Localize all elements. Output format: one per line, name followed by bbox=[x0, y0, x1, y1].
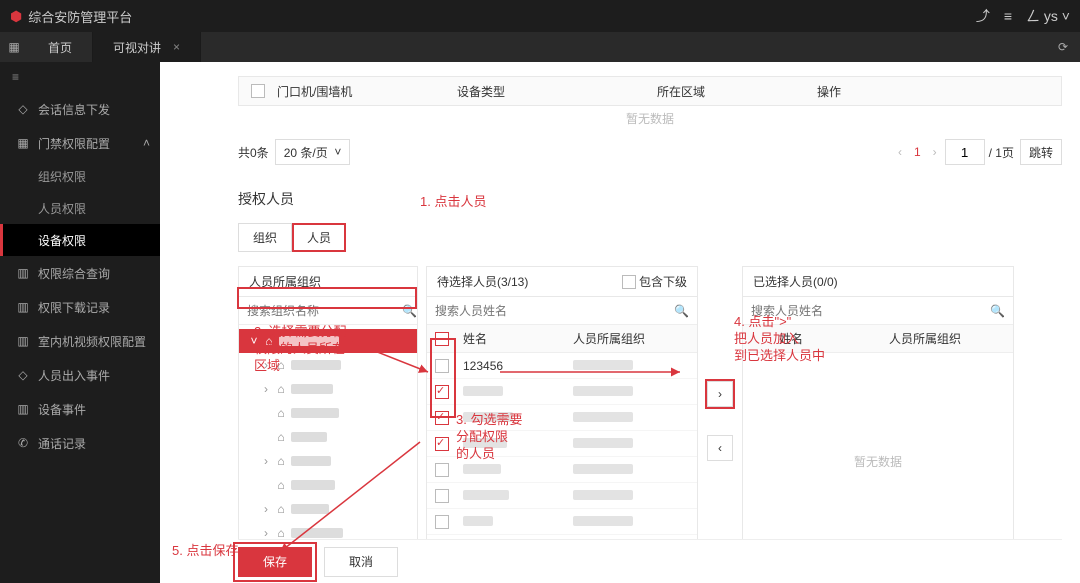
sidebar-collapse-icon[interactable]: ≡ bbox=[0, 62, 160, 92]
sidebar-access-perm[interactable]: ▦门禁权限配置˄ bbox=[0, 126, 160, 160]
subtab-org[interactable]: 组织 bbox=[238, 223, 292, 252]
tree-node[interactable]: ⌂ bbox=[239, 401, 417, 425]
tree-node[interactable]: ›⌂ bbox=[239, 377, 417, 401]
subtab-person[interactable]: 人员 bbox=[292, 223, 346, 252]
tree-node[interactable]: ›⌂ bbox=[239, 353, 417, 377]
content-area: 门口机/围墙机 设备类型 所在区域 操作 暂无数据 共0条 20 条/页 ˅ ‹… bbox=[160, 62, 1080, 583]
panel2-search[interactable] bbox=[435, 304, 674, 318]
pager-goto-input[interactable] bbox=[945, 139, 985, 165]
pager-pagesize[interactable]: 20 条/页 ˅ bbox=[275, 139, 351, 165]
table-row[interactable]: 123456 bbox=[427, 353, 697, 379]
tab-home[interactable]: 首页 bbox=[28, 32, 93, 62]
table-row[interactable] bbox=[427, 405, 697, 431]
top-bar: ⬢ 综合安防管理平台 ⤴ ≡ ㄥ ys ˅ bbox=[0, 0, 1080, 32]
app-title: 综合安防管理平台 bbox=[28, 7, 132, 26]
col-name: 姓名 bbox=[457, 330, 567, 347]
footer: 保存 取消 bbox=[238, 539, 1062, 583]
table-row[interactable] bbox=[427, 509, 697, 535]
menu-icon[interactable]: ≡ bbox=[1004, 8, 1012, 24]
pager: 共0条 20 条/页 ˅ ‹ 1 › / 1页 跳转 bbox=[238, 139, 1062, 165]
tree-node[interactable]: ›⌂ bbox=[239, 497, 417, 521]
tree-node[interactable]: ›⌂ bbox=[239, 449, 417, 473]
tree-node[interactable]: ⌂ bbox=[239, 425, 417, 449]
sidebar-device-event[interactable]: ▥设备事件 bbox=[0, 392, 160, 426]
panel-org-tree: 人员所属组织 🔍 ˅⌂ ›⌂ ›⌂ ⌂ ⌂ ›⌂ ⌂ ›⌂ ›⌂ ⌂ ⌂ bbox=[238, 266, 418, 576]
sidebar-person-event[interactable]: ◇人员出入事件 bbox=[0, 358, 160, 392]
refresh-icon[interactable]: ⟳ bbox=[1046, 32, 1080, 62]
table-row[interactable] bbox=[427, 483, 697, 509]
table-row[interactable] bbox=[427, 431, 697, 457]
pager-total: 共0条 bbox=[238, 144, 269, 161]
col-org: 人员所属组织 bbox=[567, 330, 697, 347]
pager-pages: / 1页 bbox=[989, 144, 1014, 161]
apps-icon[interactable]: ▦ bbox=[0, 32, 28, 62]
checkbox-all[interactable] bbox=[251, 84, 265, 98]
tab-visual-intercom[interactable]: 可视对讲× bbox=[93, 32, 201, 62]
sidebar-session[interactable]: ◇会话信息下发 bbox=[0, 92, 160, 126]
sidebar: ≡ ◇会话信息下发 ▦门禁权限配置˄ 组织权限 人员权限 设备权限 ▥权限综合查… bbox=[0, 62, 160, 583]
device-table-empty: 暂无数据 bbox=[238, 106, 1062, 135]
pager-prev[interactable]: ‹ bbox=[898, 145, 902, 159]
panel3-empty: 暂无数据 bbox=[743, 453, 1013, 470]
col-type: 设备类型 bbox=[449, 83, 649, 100]
move-left-button[interactable]: ‹ bbox=[707, 435, 733, 461]
search-icon[interactable]: 🔍 bbox=[674, 304, 689, 318]
chevron-up-icon: ˄ bbox=[143, 136, 150, 150]
col-device: 门口机/围墙机 bbox=[269, 83, 449, 100]
panel-selected: 已选择人员(0/0) 🔍 姓名 人员所属组织 暂无数据 bbox=[742, 266, 1014, 576]
app-logo-icon: ⬢ bbox=[10, 8, 22, 25]
checkbox-all-candidates[interactable] bbox=[435, 332, 449, 346]
tree-node-root[interactable]: ˅⌂ bbox=[239, 329, 417, 353]
sidebar-sub-person-perm[interactable]: 人员权限 bbox=[0, 192, 160, 224]
user-icon[interactable]: ㄥ ys ˅ bbox=[1026, 6, 1070, 26]
col-area: 所在区域 bbox=[649, 83, 809, 100]
sidebar-call-log[interactable]: ✆通话记录 bbox=[0, 426, 160, 460]
device-table-header: 门口机/围墙机 设备类型 所在区域 操作 bbox=[238, 76, 1062, 106]
sidebar-sub-org-perm[interactable]: 组织权限 bbox=[0, 160, 160, 192]
sidebar-perm-query[interactable]: ▥权限综合查询 bbox=[0, 256, 160, 290]
export-icon[interactable]: ⤴ bbox=[976, 6, 990, 26]
col-org: 人员所属组织 bbox=[883, 330, 1013, 347]
pager-next[interactable]: › bbox=[933, 145, 937, 159]
tree-node[interactable]: ⌂ bbox=[239, 473, 417, 497]
sidebar-indoor-video[interactable]: ▥室内机视频权限配置 bbox=[0, 324, 160, 358]
cancel-button[interactable]: 取消 bbox=[324, 547, 398, 577]
sidebar-sub-device-perm[interactable]: 设备权限 bbox=[0, 224, 160, 256]
search-icon[interactable]: 🔍 bbox=[990, 304, 1005, 318]
move-right-button[interactable]: › bbox=[707, 381, 733, 407]
panel3-search[interactable] bbox=[751, 304, 990, 318]
section-title: 授权人员 bbox=[238, 189, 1062, 209]
col-name: 姓名 bbox=[773, 330, 883, 347]
include-sub-checkbox[interactable] bbox=[622, 275, 636, 289]
panel-candidates: 待选择人员(3/13) 包含下级 🔍 姓名 人员所属组织 123456 bbox=[426, 266, 698, 576]
save-button[interactable]: 保存 bbox=[238, 547, 312, 577]
panel2-title: 待选择人员(3/13) bbox=[437, 273, 528, 290]
search-icon[interactable]: 🔍 bbox=[402, 304, 417, 318]
table-row[interactable] bbox=[427, 379, 697, 405]
pager-jump-button[interactable]: 跳转 bbox=[1020, 139, 1062, 165]
include-sub-label: 包含下级 bbox=[639, 273, 687, 290]
sidebar-download-log[interactable]: ▥权限下载记录 bbox=[0, 290, 160, 324]
panel3-title: 已选择人员(0/0) bbox=[753, 273, 838, 290]
panel1-title: 人员所属组织 bbox=[249, 273, 321, 290]
close-icon[interactable]: × bbox=[173, 40, 180, 54]
tab-bar: ▦ 首页 可视对讲× ⟳ bbox=[0, 32, 1080, 62]
table-row[interactable] bbox=[427, 457, 697, 483]
pager-current[interactable]: 1 bbox=[914, 145, 921, 159]
panel1-search[interactable] bbox=[247, 304, 402, 318]
col-op: 操作 bbox=[809, 83, 1061, 100]
